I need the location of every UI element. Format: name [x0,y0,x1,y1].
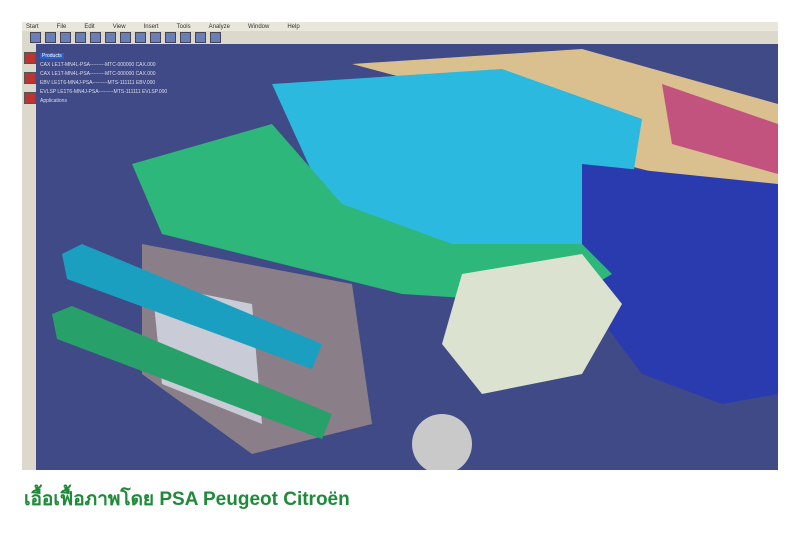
menu-bar: Start File Edit View Insert Tools Analyz… [22,22,778,31]
menu-edit[interactable]: Edit [84,24,94,30]
menu-file[interactable]: File [57,24,67,30]
menu-start[interactable]: Start [26,24,39,30]
image-caption: เอื้อเฟื้อภาพโดย PSA Peugeot Citroën [24,489,350,510]
tool-icon[interactable] [135,32,146,43]
menu-analyze[interactable]: Analyze [209,24,230,30]
tree-item[interactable]: CAX LE1T-MN4L-PSA---------MTC-000000 CAX… [40,70,167,79]
tool-icon[interactable] [150,32,161,43]
tool-icon[interactable] [90,32,101,43]
cad-screenshot: Start File Edit View Insert Tools Analyz… [22,22,778,470]
tool-icon[interactable] [30,32,41,43]
menu-view[interactable]: View [113,24,126,30]
tool-icon[interactable] [105,32,116,43]
menu-window[interactable]: Window [248,24,269,30]
tool-icon[interactable] [210,32,221,43]
tool-icon[interactable] [180,32,191,43]
save-icon[interactable] [120,32,131,43]
tree-item[interactable]: CAX LE1T-MN4L-PSA---------MTC-000000 CAX… [40,61,167,70]
tree-root[interactable]: Products [40,53,64,59]
specification-tree: Products CAX LE1T-MN4L-PSA---------MTC-0… [40,52,167,106]
menu-help[interactable]: Help [287,24,299,30]
brake-disc [412,414,472,470]
tree-footer[interactable]: Applications [40,97,167,106]
tool-icon[interactable] [75,32,86,43]
menu-tools[interactable]: Tools [177,24,191,30]
tool-icon[interactable] [165,32,176,43]
toolbar [22,31,778,44]
tree-item[interactable]: EBV LE1T6-MN4J-PSA---------MTS-111111 EB… [40,79,167,88]
tool-icon[interactable] [195,32,206,43]
car-model-viewport[interactable] [22,44,778,470]
side-body [582,164,778,404]
tool-icon[interactable] [60,32,71,43]
tool-icon[interactable] [45,32,56,43]
fender [442,254,622,394]
tree-item[interactable]: EVLSP LE1T6-MN4J-PSA---------MTS-111111 … [40,88,167,97]
menu-insert[interactable]: Insert [144,24,159,30]
